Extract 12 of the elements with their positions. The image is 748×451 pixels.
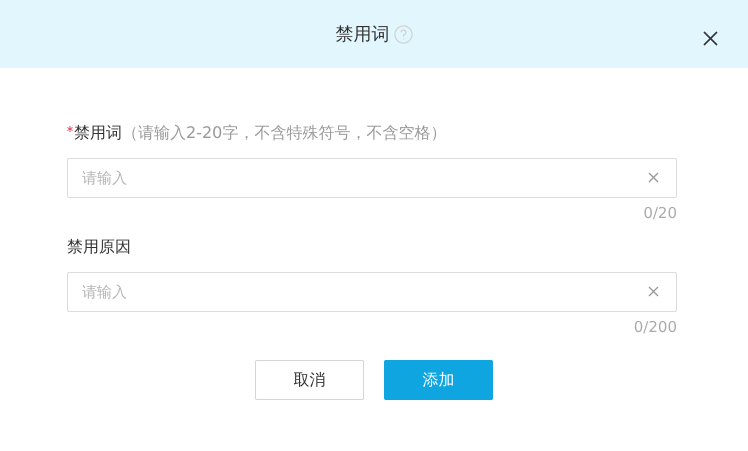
field-hint: （请输入2-20字，不含特殊符号，不含空格） bbox=[122, 122, 446, 144]
character-counter: 0/20 bbox=[643, 203, 677, 224]
dialog-title: 禁用词 bbox=[336, 22, 390, 46]
clear-icon[interactable] bbox=[648, 172, 659, 183]
close-icon[interactable] bbox=[703, 31, 718, 46]
clear-icon[interactable] bbox=[648, 286, 659, 297]
field-label: 禁用原因 bbox=[67, 236, 131, 258]
field-label: 禁用词 bbox=[74, 122, 122, 144]
input-field[interactable]: 请输入 bbox=[67, 158, 677, 198]
cancel-button[interactable]: 取消 bbox=[255, 360, 364, 400]
input-field[interactable]: 请输入 bbox=[67, 272, 677, 312]
character-counter: 0/200 bbox=[634, 317, 677, 338]
